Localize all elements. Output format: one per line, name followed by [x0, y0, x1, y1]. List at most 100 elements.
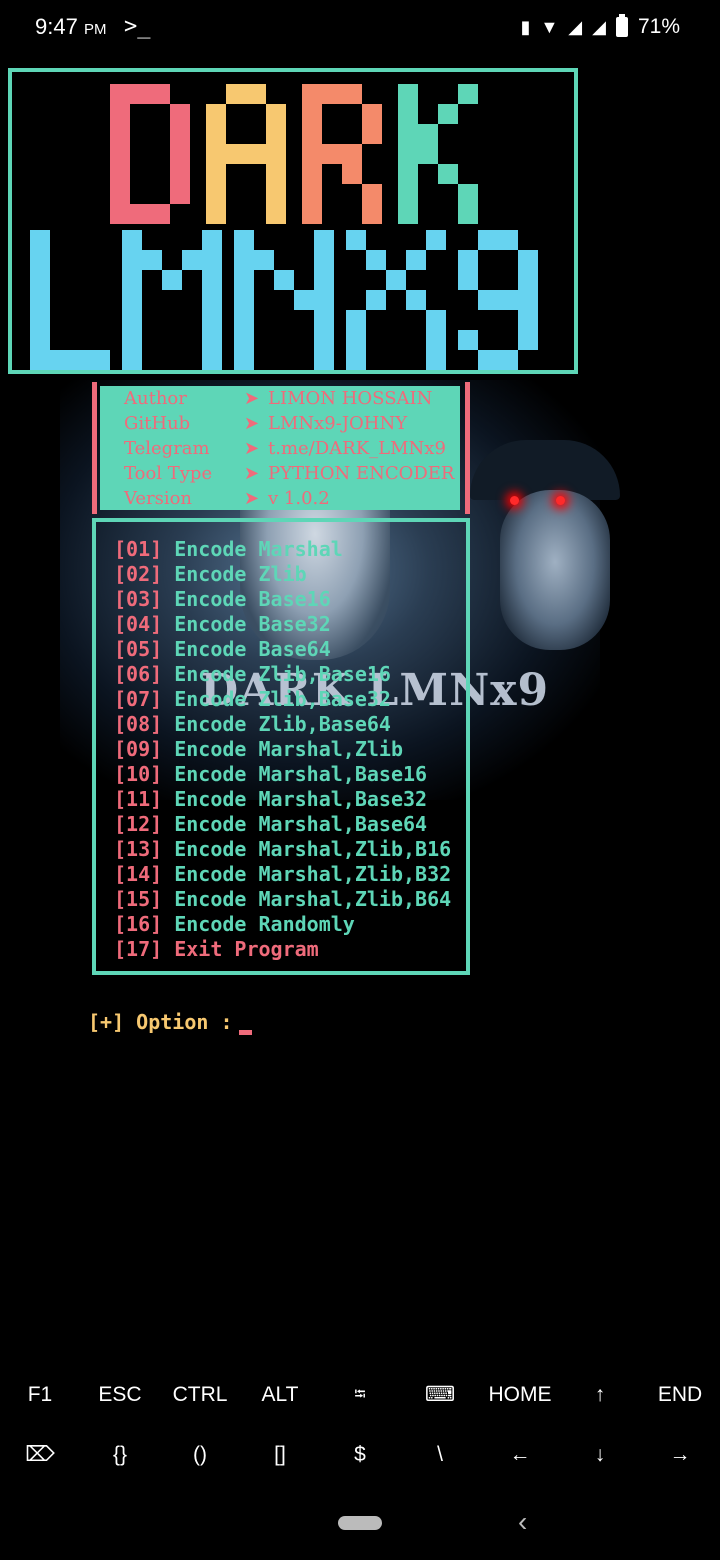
logo-pixel	[110, 164, 130, 184]
signal-4g-icon: ◢	[592, 16, 606, 37]
logo-pixel	[398, 164, 418, 184]
logo-pixel	[110, 144, 130, 164]
ascii-logo	[8, 68, 578, 374]
info-row-telegram: Telegram ➤ t.me/DARK_LMNx9	[124, 438, 446, 459]
logo-pixel	[30, 330, 50, 350]
key-backslash[interactable]: \	[400, 1430, 480, 1480]
menu-item-10: [10] Encode Marshal,Base16	[114, 762, 428, 786]
logo-pixel	[202, 270, 222, 290]
clock: 9:47 PM	[35, 14, 107, 39]
logo-pixel	[110, 104, 130, 124]
logo-pixel	[246, 84, 266, 104]
key-tab[interactable]: ⭾	[320, 1370, 400, 1420]
logo-pixel	[266, 144, 286, 164]
logo-pixel	[314, 230, 334, 250]
logo-line2-letter-9	[458, 230, 538, 370]
logo-pixel	[518, 330, 538, 350]
logo-pixel	[162, 270, 182, 290]
logo-pixel	[458, 250, 478, 270]
logo-pixel	[302, 164, 322, 184]
menu-box: [01] Encode Marshal [02] Encode Zlib [03…	[92, 518, 470, 975]
menu-item-16: [16] Encode Randomly	[114, 912, 355, 936]
logo-pixel	[398, 184, 418, 204]
key-brackets[interactable]: []	[240, 1430, 320, 1480]
option-prompt[interactable]: [+] Option :	[88, 1010, 252, 1035]
key-backspace-icon[interactable]: ⌦	[0, 1430, 80, 1480]
logo-pixel	[202, 330, 222, 350]
logo-pixel	[322, 84, 342, 104]
logo-pixel	[302, 144, 322, 164]
logo-pixel	[314, 350, 334, 370]
logo-pixel	[266, 104, 286, 124]
logo-line2-letter-x	[346, 230, 446, 370]
key-right-arrow[interactable]: →	[640, 1430, 720, 1480]
logo-pixel	[122, 230, 142, 250]
back-chevron-icon[interactable]: ‹	[518, 1506, 527, 1538]
logo-pixel	[362, 204, 382, 224]
menu-item-14: [14] Encode Marshal,Zlib,B32	[114, 862, 452, 886]
logo-line1-letter-a	[206, 84, 286, 224]
key-home[interactable]: HOME	[480, 1370, 560, 1420]
terminal-notification-icon: >_	[124, 14, 151, 39]
key-braces[interactable]: {}	[80, 1430, 160, 1480]
menu-item-04: [04] Encode Base32	[114, 612, 331, 636]
logo-pixel	[130, 204, 150, 224]
key-keyboard-icon[interactable]: ⌨	[400, 1370, 480, 1420]
logo-pixel	[314, 290, 334, 310]
logo-pixel	[498, 350, 518, 370]
logo-pixel	[426, 330, 446, 350]
key-alt[interactable]: ALT	[240, 1370, 320, 1420]
logo-pixel	[362, 184, 382, 204]
logo-pixel	[478, 290, 498, 310]
menu-item-03: [03] Encode Base16	[114, 587, 331, 611]
extra-keys-row-2: ⌦ {} () [] $ \ ← ↓ →	[0, 1430, 720, 1480]
logo-pixel	[342, 144, 362, 164]
logo-pixel	[110, 124, 130, 144]
logo-pixel	[398, 204, 418, 224]
logo-pixel	[150, 84, 170, 104]
logo-pixel	[498, 290, 518, 310]
logo-pixel	[254, 250, 274, 270]
info-right-bar	[465, 382, 470, 514]
red-eye-left	[510, 496, 519, 505]
logo-line2-letter-n	[234, 230, 334, 370]
key-up-arrow[interactable]: ↑	[560, 1370, 640, 1420]
key-left-arrow[interactable]: ←	[480, 1430, 560, 1480]
logo-pixel	[346, 350, 366, 370]
key-parens[interactable]: ()	[160, 1430, 240, 1480]
key-dollar[interactable]: $	[320, 1430, 400, 1480]
logo-pixel	[122, 310, 142, 330]
logo-pixel	[202, 250, 222, 270]
extra-keys-row-1: F1 ESC CTRL ALT ⭾ ⌨ HOME ↑ END	[0, 1370, 720, 1420]
status-bar: 9:47 PM >_ ▮ ▼ ◢ ◢ 71%	[0, 0, 720, 58]
key-ctrl[interactable]: CTRL	[160, 1370, 240, 1420]
vibrate-icon: ▮	[520, 16, 531, 37]
logo-pixel	[246, 144, 266, 164]
home-pill[interactable]	[338, 1516, 382, 1530]
logo-pixel	[206, 204, 226, 224]
logo-pixel	[130, 84, 150, 104]
logo-pixel	[122, 270, 142, 290]
logo-pixel	[206, 184, 226, 204]
logo-pixel	[426, 310, 446, 330]
logo-pixel	[398, 104, 418, 124]
key-esc[interactable]: ESC	[80, 1370, 160, 1420]
logo-pixel	[426, 350, 446, 370]
key-f1[interactable]: F1	[0, 1370, 80, 1420]
info-row-version: Version ➤ v 1.0.2	[124, 488, 330, 509]
logo-pixel	[70, 350, 90, 370]
logo-pixel	[170, 104, 190, 124]
info-box: Author ➤ LIMON HOSSAIN GitHub ➤ LMNx9-JOHNY …	[92, 382, 470, 514]
logo-pixel	[266, 124, 286, 144]
logo-pixel	[342, 164, 362, 184]
logo-pixel	[418, 144, 438, 164]
logo-pixel	[398, 124, 418, 144]
navigation-bar: ‹	[0, 1500, 720, 1560]
logo-pixel	[478, 350, 498, 370]
key-end[interactable]: END	[640, 1370, 720, 1420]
logo-pixel	[110, 84, 130, 104]
logo-pixel	[142, 250, 162, 270]
key-down-arrow[interactable]: ↓	[560, 1430, 640, 1480]
logo-pixel	[518, 270, 538, 290]
info-panel: Author ➤ LIMON HOSSAIN GitHub ➤ LMNx9-JOHNY …	[100, 386, 460, 510]
